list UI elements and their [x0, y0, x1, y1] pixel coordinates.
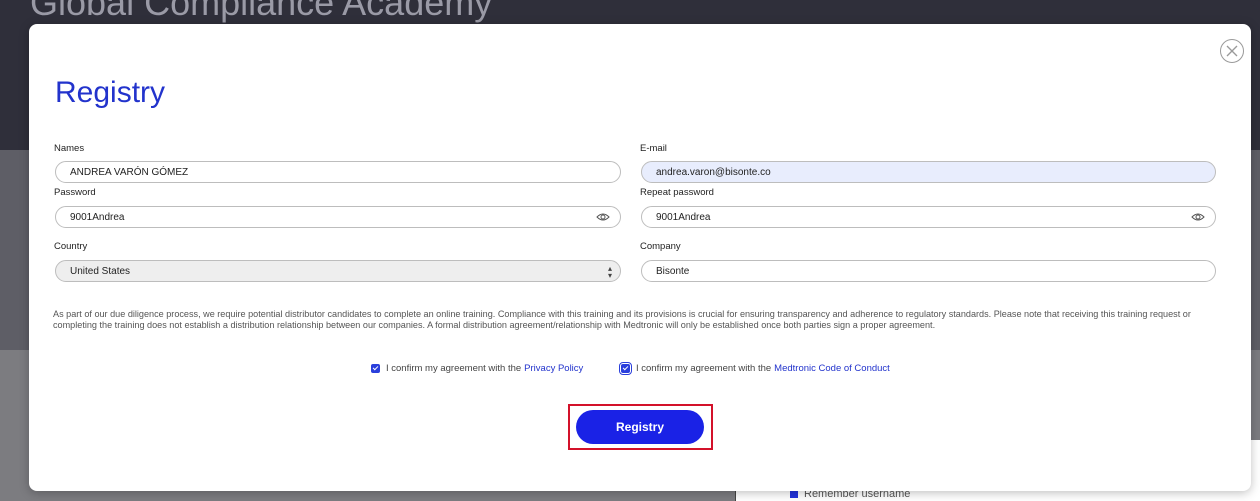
conduct-consent[interactable]: I confirm my agreement with the Medtroni…: [619, 362, 890, 375]
eye-icon[interactable]: [596, 212, 610, 222]
country-label: Country: [54, 241, 88, 252]
privacy-consent-text: I confirm my agreement with the: [386, 363, 522, 374]
email-input[interactable]: andrea.varon@bisonte.co: [641, 161, 1216, 183]
repeat-password-value: 9001Andrea: [656, 211, 711, 223]
registry-submit-button[interactable]: Registry: [576, 410, 704, 444]
names-input[interactable]: ANDREA VARÓN GÓMEZ: [55, 161, 621, 183]
code-of-conduct-link[interactable]: Medtronic Code of Conduct: [774, 363, 890, 374]
repeat-password-label: Repeat password: [640, 187, 714, 198]
names-value: ANDREA VARÓN GÓMEZ: [70, 166, 189, 178]
close-button[interactable]: [1220, 39, 1244, 63]
company-value: Bisonte: [656, 265, 690, 277]
company-label: Company: [640, 241, 681, 252]
checkbox-icon: [790, 490, 798, 499]
country-select[interactable]: United States ▴ ▾: [55, 260, 621, 282]
email-label: E-mail: [640, 143, 667, 154]
registry-modal: Registry Names ANDREA VARÓN GÓMEZ E-mail…: [29, 24, 1251, 491]
disclaimer-text: As part of our due diligence process, we…: [53, 309, 1191, 330]
privacy-policy-link[interactable]: Privacy Policy: [524, 363, 583, 374]
close-icon: [1226, 45, 1238, 57]
checkbox-checked-icon[interactable]: [619, 362, 632, 375]
password-value: 9001Andrea: [70, 211, 125, 223]
email-value: andrea.varon@bisonte.co: [656, 166, 771, 178]
background-title: Global Compliance Academy: [30, 0, 493, 23]
conduct-consent-text: I confirm my agreement with the: [636, 363, 772, 374]
checkbox-checked-icon[interactable]: [371, 364, 380, 373]
privacy-consent[interactable]: I confirm my agreement with the Privacy …: [371, 363, 583, 374]
names-label: Names: [54, 143, 85, 154]
modal-title: Registry: [55, 76, 166, 109]
select-arrows-icon: ▴ ▾: [607, 264, 612, 280]
company-input[interactable]: Bisonte: [641, 260, 1216, 282]
password-label: Password: [54, 187, 96, 198]
repeat-password-input[interactable]: 9001Andrea: [641, 206, 1216, 228]
country-value: United States: [70, 265, 131, 277]
eye-icon[interactable]: [1191, 212, 1205, 222]
password-input[interactable]: 9001Andrea: [55, 206, 621, 228]
